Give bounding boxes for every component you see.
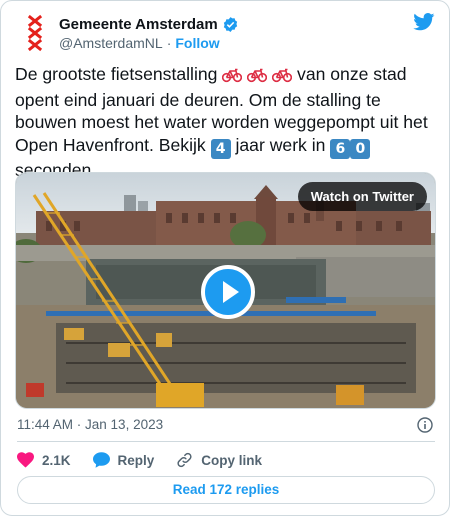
like-button[interactable]: 2.1K bbox=[17, 452, 71, 468]
like-count: 2.1K bbox=[42, 452, 71, 468]
action-bar: 2.1K Reply Copy link bbox=[17, 450, 284, 470]
reply-button[interactable]: Reply bbox=[92, 452, 155, 468]
bicycle-emoji-1 bbox=[222, 66, 243, 89]
tweet-timestamp[interactable]: 11:44 AM · Jan 13, 2023 bbox=[17, 417, 163, 432]
speech-bubble-icon bbox=[92, 452, 110, 468]
follow-button[interactable]: Follow bbox=[175, 35, 219, 51]
author-handle-row: @AmsterdamNL · Follow bbox=[59, 34, 220, 52]
tweet-text-part-1: De grootste fietsenstalling bbox=[15, 64, 218, 84]
play-button[interactable] bbox=[201, 265, 255, 319]
amsterdam-xxx-logo[interactable] bbox=[17, 13, 53, 53]
tweet-text: De grootste fietsenstalling van onze sta… bbox=[15, 63, 437, 181]
twitter-bird-icon[interactable] bbox=[413, 13, 435, 31]
link-icon bbox=[177, 452, 192, 468]
video-player[interactable]: Watch on Twitter bbox=[15, 172, 436, 409]
divider bbox=[17, 441, 435, 442]
tweet-card: Gemeente Amsterdam @AmsterdamNL · Follow… bbox=[0, 0, 450, 516]
author-name[interactable]: Gemeente Amsterdam bbox=[59, 16, 218, 33]
copy-link-label: Copy link bbox=[201, 452, 263, 468]
heart-icon bbox=[17, 452, 34, 468]
read-replies-button[interactable]: Read 172 replies bbox=[17, 476, 435, 504]
play-icon bbox=[223, 281, 239, 303]
separator-dot: · bbox=[166, 35, 172, 51]
bicycle-emoji-2 bbox=[247, 66, 268, 89]
watch-on-twitter-button[interactable]: Watch on Twitter bbox=[297, 182, 427, 211]
bicycle-emoji-3 bbox=[272, 66, 293, 89]
keycap-digit: 6 bbox=[330, 138, 351, 159]
author-handle[interactable]: @AmsterdamNL bbox=[59, 35, 163, 51]
tweet-header: Gemeente Amsterdam @AmsterdamNL · Follow bbox=[17, 13, 435, 53]
keycap-digit: 4 bbox=[210, 138, 231, 159]
keycap-digit: 0 bbox=[350, 138, 371, 159]
tweet-text-part-3: jaar werk in bbox=[235, 134, 326, 155]
copy-link-button[interactable]: Copy link bbox=[176, 452, 262, 468]
verified-badge-icon bbox=[223, 16, 237, 32]
info-icon[interactable] bbox=[417, 417, 433, 433]
reply-label: Reply bbox=[117, 452, 155, 468]
author-name-row: Gemeente Amsterdam bbox=[59, 14, 239, 34]
